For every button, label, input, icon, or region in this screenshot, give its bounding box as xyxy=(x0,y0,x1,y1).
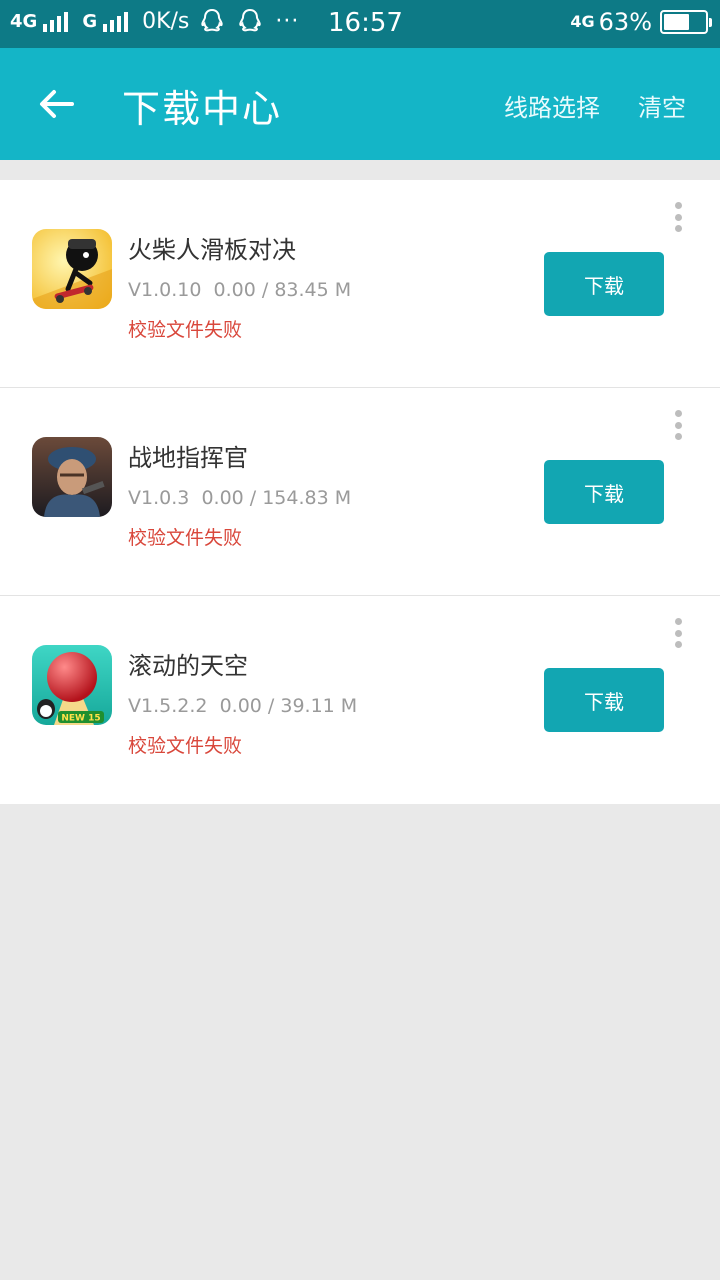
signal-strength-icon xyxy=(103,10,129,32)
qq-penguin-icon xyxy=(239,8,262,32)
download-status: 校验文件失败 xyxy=(128,319,243,341)
more-notifications-icon: ··· xyxy=(275,8,300,34)
download-item: 战地指挥官 V1.0.3 0.00 / 154.83 M 校验文件失败 下载 xyxy=(0,388,720,596)
app-version-size: V1.0.10 0.00 / 83.45 M xyxy=(128,279,351,301)
soldier-commander-game-icon[interactable] xyxy=(32,437,112,517)
battery-fill xyxy=(664,14,689,30)
signal-strength-icon xyxy=(43,10,69,32)
icon-badge-text: NEW 15 xyxy=(61,714,100,724)
network-type-2: G xyxy=(82,10,98,32)
download-progress: 0.00 / 83.45 M xyxy=(213,279,352,301)
download-button[interactable]: 下载 xyxy=(544,252,664,316)
download-progress: 0.00 / 154.83 M xyxy=(201,487,352,509)
network-speed: 0K/s xyxy=(142,8,190,34)
battery-percent: 63% xyxy=(598,8,652,36)
app-header: 下载中心 线路选择 清空 xyxy=(0,48,720,160)
clock: 16:57 xyxy=(328,8,403,38)
app-name: 火柴人滑板对决 xyxy=(128,236,296,264)
download-button[interactable]: 下载 xyxy=(544,668,664,732)
status-bar-right: 4G 63% xyxy=(570,8,712,36)
more-options-icon[interactable] xyxy=(668,410,688,440)
download-button[interactable]: 下载 xyxy=(544,460,664,524)
app-version-size: V1.5.2.2 0.00 / 39.11 M xyxy=(128,695,357,717)
app-version: V1.0.3 xyxy=(128,487,190,509)
app-version-size: V1.0.3 0.00 / 154.83 M xyxy=(128,487,351,509)
red-ball-game-icon[interactable]: NEW 15 xyxy=(32,645,112,725)
download-item: 火柴人滑板对决 V1.0.10 0.00 / 83.45 M 校验文件失败 下载 xyxy=(0,180,720,388)
status-bar-left: 4G G 0K/s ··· xyxy=(10,8,305,34)
more-options-icon[interactable] xyxy=(668,202,688,232)
download-status: 校验文件失败 xyxy=(128,735,243,757)
app-name: 战地指挥官 xyxy=(128,444,248,472)
download-progress: 0.00 / 39.11 M xyxy=(219,695,358,717)
more-options-icon[interactable] xyxy=(668,618,688,648)
battery-icon xyxy=(660,10,712,34)
app-name: 滚动的天空 xyxy=(128,652,248,680)
app-version: V1.5.2.2 xyxy=(128,695,208,717)
network-type-1: 4G xyxy=(10,10,38,32)
stickman-skateboard-game-icon[interactable] xyxy=(32,229,112,309)
download-item: NEW 15 滚动的天空 V1.5.2.2 0.00 / 39.11 M 校验文… xyxy=(0,596,720,804)
clear-button[interactable]: 清空 xyxy=(638,88,686,123)
back-arrow-icon[interactable] xyxy=(30,78,82,130)
route-select-button[interactable]: 线路选择 xyxy=(504,88,600,123)
page-title: 下载中心 xyxy=(122,87,283,131)
network-type-right: 4G xyxy=(570,12,595,31)
app-version: V1.0.10 xyxy=(128,279,202,301)
download-status: 校验文件失败 xyxy=(128,527,243,549)
status-bar: 4G G 0K/s ··· 16:57 4G 63% xyxy=(0,0,720,48)
download-list: 火柴人滑板对决 V1.0.10 0.00 / 83.45 M 校验文件失败 下载… xyxy=(0,180,720,804)
qq-penguin-icon xyxy=(201,8,224,32)
